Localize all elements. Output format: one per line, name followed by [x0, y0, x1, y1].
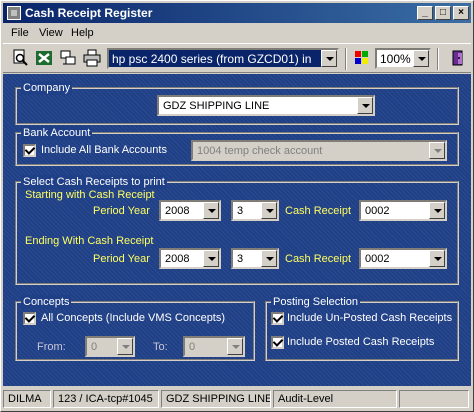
- bank-account-group: Bank Account Include All Bank Accounts 1…: [15, 126, 459, 166]
- chevron-down-icon[interactable]: [413, 50, 429, 67]
- ending-with-label: Ending With Cash Receipt: [25, 235, 154, 247]
- concept-to-value: 0: [189, 341, 196, 353]
- end-cash-receipt-label: Cash Receipt: [285, 253, 352, 265]
- include-unposted-checkbox[interactable]: [271, 312, 284, 325]
- end-cash-receipt-value: 0002: [365, 253, 390, 265]
- chevron-down-icon[interactable]: [429, 142, 445, 159]
- select-cash-receipts-group: Select Cash Receipts to print Starting w…: [15, 175, 459, 285]
- end-period-value: 3: [237, 253, 244, 265]
- chevron-down-icon[interactable]: [429, 250, 445, 267]
- from-label: From:: [37, 341, 66, 353]
- bank-account-value: 1004 temp check account: [197, 145, 323, 157]
- start-year-value: 2008: [165, 205, 190, 217]
- posting-selection-legend: Posting Selection: [271, 295, 360, 309]
- printer-select[interactable]: hp psc 2400 series (from GZCD01) in: [107, 48, 339, 69]
- to-label: To:: [153, 341, 168, 353]
- end-period-select[interactable]: 3: [231, 248, 279, 269]
- chevron-down-icon[interactable]: [117, 338, 133, 355]
- bank-account-legend: Bank Account: [21, 126, 93, 140]
- zoom-value: 100%: [380, 52, 411, 66]
- status-company: GDZ SHIPPING LINE: [161, 390, 271, 408]
- company-select[interactable]: GDZ SHIPPING LINE: [157, 95, 375, 116]
- include-all-bank-accounts-label: Include All Bank Accounts: [41, 144, 167, 156]
- start-period-year-label: Period Year: [93, 205, 150, 217]
- concepts-legend: Concepts: [21, 295, 72, 309]
- status-user: DILMA: [3, 390, 51, 408]
- chevron-down-icon[interactable]: [203, 250, 219, 267]
- include-unposted-label: Include Un-Posted Cash Receipts: [287, 312, 453, 324]
- all-concepts-label: All Concepts (Include VMS Concepts): [41, 312, 226, 324]
- all-concepts-checkbox[interactable]: [23, 312, 36, 325]
- concept-from-select[interactable]: 0: [85, 336, 135, 357]
- concept-from-value: 0: [91, 341, 98, 353]
- chevron-down-icon[interactable]: [261, 202, 277, 219]
- chevron-down-icon[interactable]: [429, 202, 445, 219]
- start-cash-receipt-select[interactable]: 0002: [359, 200, 447, 221]
- window-title: Cash Receipt Register: [25, 6, 153, 20]
- chevron-down-icon[interactable]: [321, 50, 337, 67]
- app-icon: [7, 6, 21, 20]
- start-year-select[interactable]: 2008: [159, 200, 221, 221]
- printer-icon[interactable]: [83, 49, 101, 67]
- company-group: Company GDZ SHIPPING LINE: [15, 81, 459, 125]
- company-value: GDZ SHIPPING LINE: [163, 100, 270, 112]
- chevron-down-icon[interactable]: [203, 202, 219, 219]
- menu-file[interactable]: File: [11, 27, 29, 39]
- include-all-bank-accounts-checkbox[interactable]: [23, 144, 36, 157]
- include-posted-checkbox[interactable]: [271, 336, 284, 349]
- company-legend: Company: [21, 81, 73, 95]
- include-posted-label: Include Posted Cash Receipts: [287, 336, 435, 348]
- color-icon[interactable]: [353, 49, 371, 67]
- app-window: Cash Receipt Register _ □ × File View He…: [0, 0, 474, 412]
- exit-icon[interactable]: [449, 49, 467, 67]
- network-icon[interactable]: [59, 49, 77, 67]
- report-options-panel: Company GDZ SHIPPING LINE Bank Account I…: [3, 74, 471, 386]
- concept-to-select[interactable]: 0: [183, 336, 245, 357]
- select-cash-receipts-legend: Select Cash Receipts to print: [21, 175, 167, 189]
- menu-view[interactable]: View: [39, 27, 63, 39]
- toolbar-separator: [345, 48, 347, 70]
- chevron-down-icon[interactable]: [227, 338, 243, 355]
- print-preview-icon[interactable]: [11, 49, 29, 67]
- start-cash-receipt-label: Cash Receipt: [285, 205, 352, 217]
- status-bar: DILMA 123 / ICA-tcp#1045 GDZ SHIPPING LI…: [3, 388, 471, 410]
- end-period-year-label: Period Year: [93, 253, 150, 265]
- excel-export-icon[interactable]: [35, 49, 53, 67]
- posting-selection-group: Posting Selection Include Un-Posted Cash…: [265, 295, 459, 361]
- title-bar: Cash Receipt Register _ □ ×: [3, 3, 471, 23]
- start-period-select[interactable]: 3: [231, 200, 279, 221]
- zoom-select[interactable]: 100%: [375, 48, 431, 69]
- start-cash-receipt-value: 0002: [365, 205, 390, 217]
- toolbar: hp psc 2400 series (from GZCD01) in 100%: [3, 43, 471, 73]
- starting-with-label: Starting with Cash Receipt: [25, 189, 155, 201]
- start-period-value: 3: [237, 205, 244, 217]
- concepts-group: Concepts All Concepts (Include VMS Conce…: [15, 295, 255, 361]
- end-cash-receipt-select[interactable]: 0002: [359, 248, 447, 269]
- menu-help[interactable]: Help: [71, 27, 94, 39]
- end-year-value: 2008: [165, 253, 190, 265]
- toolbar-separator: [437, 48, 439, 70]
- printer-name: hp psc 2400 series (from GZCD01) in: [112, 52, 312, 66]
- status-extra: [399, 390, 469, 408]
- close-button[interactable]: ×: [453, 6, 469, 20]
- maximize-button[interactable]: □: [435, 6, 451, 20]
- status-connection: 123 / ICA-tcp#1045: [53, 390, 159, 408]
- end-year-select[interactable]: 2008: [159, 248, 221, 269]
- chevron-down-icon[interactable]: [261, 250, 277, 267]
- minimize-button[interactable]: _: [417, 6, 433, 20]
- bank-account-select[interactable]: 1004 temp check account: [191, 140, 447, 161]
- status-audit-level: Audit-Level: [273, 390, 397, 408]
- menu-bar: File View Help: [3, 24, 471, 42]
- chevron-down-icon[interactable]: [357, 97, 373, 114]
